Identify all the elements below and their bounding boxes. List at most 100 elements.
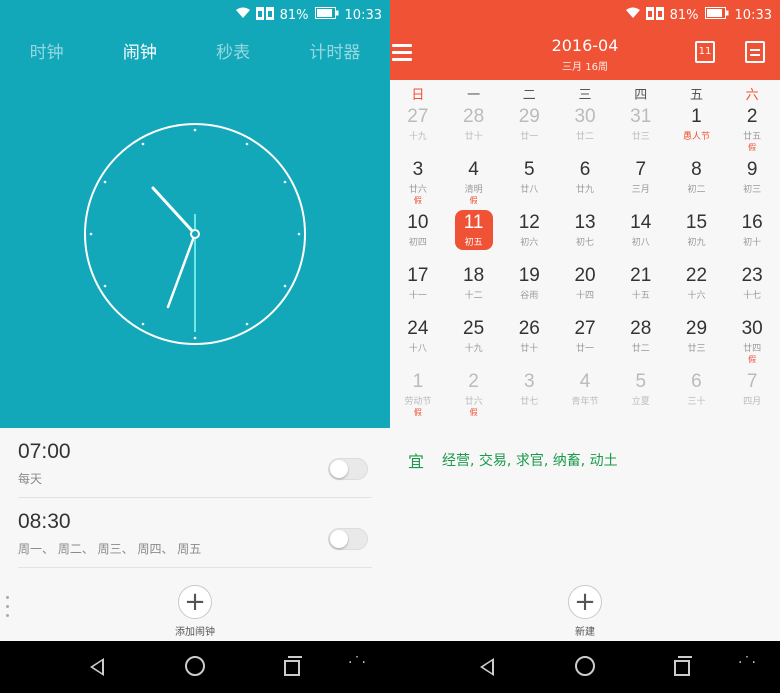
calendar-day[interactable]: 29 廿三 [669,316,725,369]
calendar-day[interactable]: 27 十九 [390,104,446,157]
calendar-day[interactable]: 30 廿二 [557,104,613,157]
calendar-day[interactable]: 20 十四 [557,263,613,316]
day-number: 21 [630,265,652,286]
weekday-label: 四 [634,88,648,103]
day-number: 2 [468,371,479,392]
alarm-repeat: 每天 [18,472,43,486]
lunar-date: 廿六 [408,185,427,195]
calendar-day-selected[interactable]: 11 初五 [446,210,502,263]
agenda-list-icon[interactable] [745,41,765,63]
weekday-label: 三 [578,88,592,103]
day-number: 10 [407,212,429,233]
lunar-date: 廿三 [631,132,650,142]
lunar-date: 廿十 [520,344,539,354]
back-icon[interactable] [480,658,494,676]
calendar-day[interactable]: 25 十九 [446,316,502,369]
day-number: 16 [741,212,763,233]
calendar-day[interactable]: 12 初六 [501,210,557,263]
calendar-day[interactable]: 19 谷雨 [501,263,557,316]
battery-percent: 81% [279,7,309,23]
lunar-date: 十一 [408,291,427,301]
calendar-app-screen: 81% 10:33 2016-04 三月 16周 11 日 一 二 三 四 五 … [390,0,780,641]
lunar-date: 初二 [687,185,706,195]
calendar-day[interactable]: 29 廿一 [501,104,557,157]
calendar-day[interactable]: 3 廿七 [501,369,557,422]
recents-icon[interactable] [284,656,302,676]
calendar-day[interactable]: 1 愚人节 [669,104,725,157]
calendar-day[interactable]: 17 十一 [390,263,446,316]
calendar-day[interactable]: 5 廿八 [501,157,557,210]
new-event-button[interactable]: + 新建 [545,585,625,638]
calendar-day[interactable]: 5 立夏 [613,369,669,422]
day-number: 5 [635,371,647,392]
calendar-day[interactable]: 28 廿十 [446,104,502,157]
calendar-day[interactable]: 18 十二 [446,263,502,316]
calendar-day[interactable]: 31 廿三 [613,104,669,157]
clock-app-screen: 81% 10:33 时钟 闹钟 秒表 计时器 07:00 每天 08:30 周一… [0,0,390,641]
tab-stopwatch[interactable]: 秒表 [216,38,250,63]
calendar-day[interactable]: 26 廿十 [501,316,557,369]
alarm-item[interactable]: 08:30 周一、 周二、 周三、 周四、 周五 [18,498,372,568]
day-number: 3 [412,159,424,180]
calendar-day[interactable]: 6 三十 [669,369,725,422]
holiday-tag: 假 [748,143,757,152]
calendar-day[interactable]: 23 十七 [724,263,780,316]
calendar-day[interactable]: 21 十五 [613,263,669,316]
calendar-day[interactable]: 8 初二 [669,157,725,210]
calendar-day[interactable]: 7 四月 [724,369,780,422]
home-icon[interactable] [185,656,205,676]
more-dots-icon[interactable]: ·˙· [348,655,367,671]
calendar-day[interactable]: 13 初七 [557,210,613,263]
alarm-toggle[interactable] [328,528,368,550]
calendar-day[interactable]: 4 清明假 [446,157,502,210]
status-bar: 81% 10:33 [390,0,780,30]
lunar-date: 廿一 [576,344,595,354]
calendar-day[interactable]: 16 初十 [724,210,780,263]
calendar-day[interactable]: 4 青年节 [557,369,613,422]
more-menu-icon[interactable] [6,596,9,617]
calendar-day[interactable]: 9 初三 [724,157,780,210]
day-number: 23 [741,265,763,286]
lunar-date: 廿一 [520,132,539,142]
alarm-toggle[interactable] [328,458,368,480]
tab-alarm[interactable]: 闹钟 [123,38,157,63]
back-icon[interactable] [90,658,104,676]
calendar-week-row: 3 廿六假 4 清明假 5 廿八 6 廿九 7 三月 8 初二 9 初三 [390,157,780,210]
calendar-day[interactable]: 15 初九 [669,210,725,263]
calendar-day[interactable]: 10 初四 [390,210,446,263]
calendar-day[interactable]: 27 廿一 [557,316,613,369]
calendar-day[interactable]: 28 廿二 [613,316,669,369]
calendar-day[interactable]: 14 初八 [613,210,669,263]
calendar-day[interactable]: 3 廿六假 [390,157,446,210]
day-number: 5 [524,159,535,180]
calendar-day[interactable]: 6 廿九 [557,157,613,210]
day-number: 30 [741,318,763,339]
calendar-day[interactable]: 30 廿四假 [724,316,780,369]
almanac-yi: 宜 经营, 交易, 求官, 纳畜, 动土 [408,448,618,472]
alarm-item[interactable]: 07:00 每天 [18,428,372,498]
calendar-day[interactable]: 7 三月 [613,157,669,210]
today-calendar-icon[interactable]: 11 [695,41,715,63]
day-number: 2 [746,106,758,127]
recents-icon[interactable] [674,656,692,676]
lunar-date: 十二 [464,291,483,301]
more-dots-icon[interactable]: ·˙· [738,655,757,671]
home-icon[interactable] [575,656,595,676]
calendar-day[interactable]: 22 十六 [669,263,725,316]
month-title[interactable]: 2016-04 [390,36,780,55]
month-grid: 27 十九 28 廿十 29 廿一 30 廿二 31 廿三 1 愚人节 2 廿五假 3 廿六假 4 清明假 5 廿八 6… [390,104,780,422]
calendar-day[interactable]: 2 廿五假 [724,104,780,157]
tab-clock[interactable]: 时钟 [30,38,64,63]
tab-timer[interactable]: 计时器 [309,38,360,63]
day-number: 8 [691,159,702,180]
holiday-tag: 假 [748,355,757,364]
add-alarm-button[interactable]: + 添加闹钟 [155,585,235,638]
calendar-day[interactable]: 24 十八 [390,316,446,369]
calendar-day[interactable]: 1 劳动节假 [390,369,446,422]
day-number: 7 [746,371,758,392]
clock-tabs: 时钟 闹钟 秒表 计时器 [0,38,390,63]
calendar-day[interactable]: 2 廿六假 [446,369,502,422]
status-time: 10:33 [344,7,382,23]
lunar-date: 廿二 [576,132,595,142]
day-number: 9 [746,159,758,180]
